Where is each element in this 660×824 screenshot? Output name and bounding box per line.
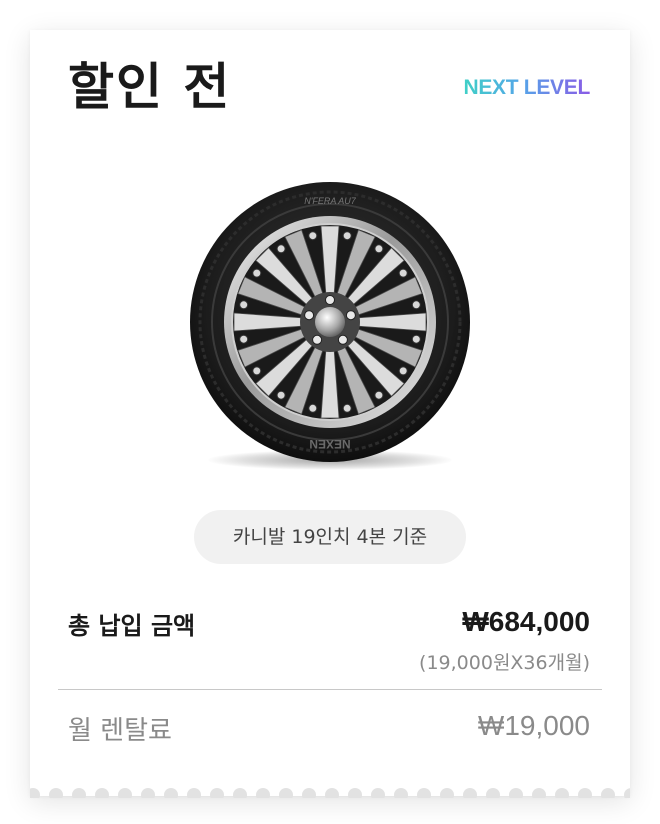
monthly-rent-label: 월 렌탈료 [68,716,172,746]
rim-rivet [239,300,249,310]
scallop-bump [256,788,270,798]
rim-rivet [308,231,318,241]
scallop-bump [302,788,316,798]
rim-rivet [252,268,262,278]
scallop-bump [532,788,546,798]
scallop-bump [624,788,630,798]
scallop-bump [555,788,569,798]
tire-sidewall-bottom-text: NEXEN [309,437,350,451]
tire-icon: N'FERA AU7 NEXEN [190,182,470,462]
lug-nut [345,310,356,321]
monthly-rent-amount: ₩19,000 [477,710,590,741]
tire-image: N'FERA AU7 NEXEN [188,180,472,476]
scallop-bump [394,788,408,798]
scallop-bump [279,788,293,798]
scallop-bump [463,788,477,798]
center-cap [315,307,345,337]
total-payment-breakdown: (19,000원X36개월) [419,652,590,674]
rim-rivet [276,244,286,254]
lug-nut [337,334,348,345]
scallop-bump [30,788,40,798]
scallop-bump [325,788,339,798]
scallop-bump [49,788,63,798]
lug-nut [325,295,335,305]
rim-rivet [342,231,352,241]
rim-rivet [398,366,408,376]
scallop-bump [95,788,109,798]
rim-rivet [374,390,384,400]
receipt-edge [30,788,630,798]
brand-logo: NEXT LEVEL [463,76,590,99]
scallop-bump [417,788,431,798]
scallop-bump [440,788,454,798]
rim-rivet [342,403,352,413]
page-title: 할인 전 [68,58,232,116]
scallop-bump [187,788,201,798]
rim-rivet [252,366,262,376]
criteria-badge: 카니발 19인치 4본 기준 [194,510,466,564]
tire-sidewall-top-text: N'FERA AU7 [304,196,357,206]
scallop-bump [601,788,615,798]
scallop-bump [141,788,155,798]
rim-rivet [398,268,408,278]
scallop-bump [509,788,523,798]
scallop-bump [348,788,362,798]
scallop-bump [578,788,592,798]
scallop-bump [164,788,178,798]
rim-rivet [374,244,384,254]
lug-nut [304,310,315,321]
lug-nut [312,334,323,345]
scallop-bump [486,788,500,798]
total-payment-amount: ₩684,000 [462,606,590,637]
rim-rivet [276,390,286,400]
scallop-bump [210,788,224,798]
scallop-bump [371,788,385,798]
scallop-bump [72,788,86,798]
total-payment-label: 총 납입 금액 [68,612,196,640]
scallop-bump [233,788,247,798]
divider [58,689,602,690]
rim-rivet [239,334,249,344]
rim-rivet [308,403,318,413]
scallop-bump [118,788,132,798]
rim-rivet [411,334,421,344]
rim-rivet [411,300,421,310]
